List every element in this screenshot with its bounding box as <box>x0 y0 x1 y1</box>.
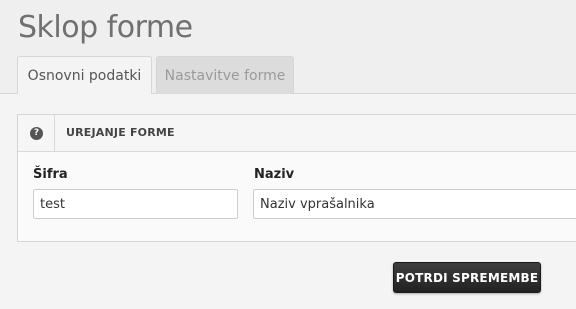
help-icon-container[interactable]: ? <box>18 115 55 151</box>
panel-header: ? UREJANJE FORME <box>18 115 576 152</box>
confirm-changes-button[interactable]: POTRDI SPREMEMBE <box>393 262 541 293</box>
sifra-label: Šifra <box>33 167 68 182</box>
tab-osnovni-podatki[interactable]: Osnovni podatki <box>17 56 152 95</box>
help-icon[interactable]: ? <box>30 127 43 140</box>
panel-title: UREJANJE FORME <box>66 126 175 139</box>
naziv-input[interactable] <box>253 189 576 219</box>
tab-nastavitve-forme[interactable]: Nastavitve forme <box>156 56 294 94</box>
sifra-input[interactable] <box>33 189 238 219</box>
page: Sklop forme Osnovni podatki Nastavitve f… <box>0 0 576 309</box>
tab-bar: Osnovni podatki Nastavitve forme <box>0 56 576 95</box>
form-panel: ? UREJANJE FORME Šifra Naziv <box>17 114 576 242</box>
page-title: Sklop forme <box>18 10 193 45</box>
naziv-label: Naziv <box>254 167 295 182</box>
